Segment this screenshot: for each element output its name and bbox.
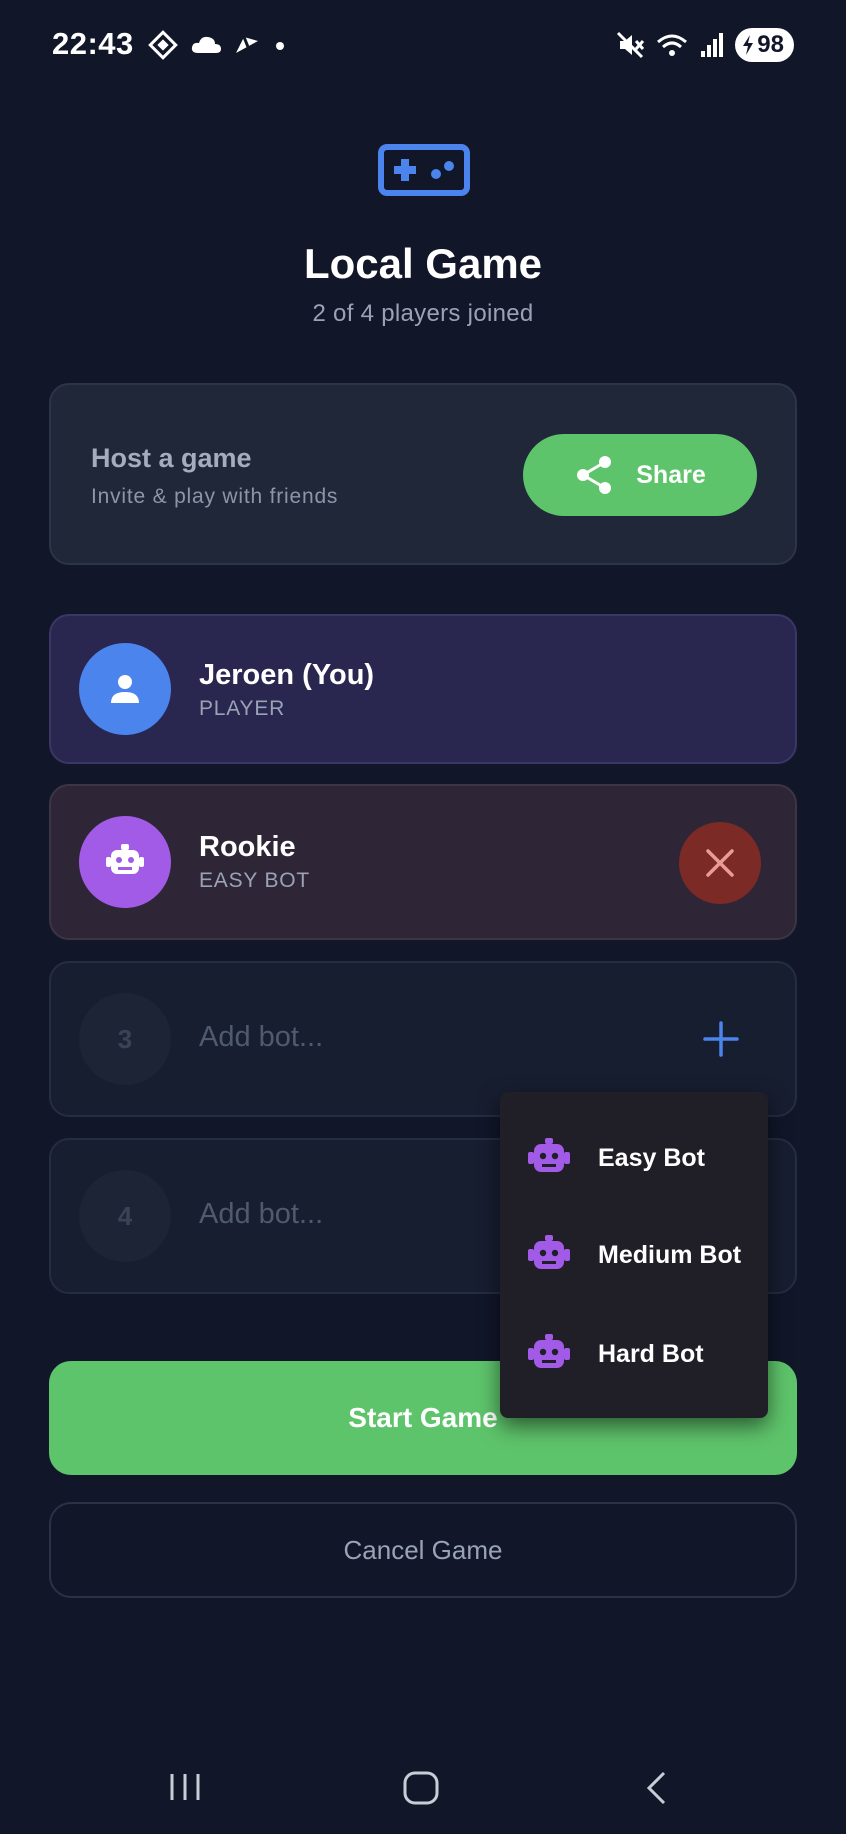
menu-item-medium-bot[interactable]: Medium Bot — [500, 1206, 768, 1304]
robot-icon — [528, 1235, 570, 1269]
player-name: Jeroen (You) — [199, 659, 375, 691]
robot-icon — [106, 844, 144, 874]
system-icons: 98 — [615, 28, 794, 62]
host-card-title: Host a game — [91, 443, 252, 473]
host-card-subtitle: Invite & play with friends — [91, 485, 339, 508]
page-title: Local Game — [303, 240, 543, 287]
recents-icon[interactable] — [168, 1772, 202, 1802]
menu-item-label: Easy Bot — [598, 1143, 705, 1172]
home-icon[interactable] — [402, 1770, 440, 1806]
navigation-icon — [236, 36, 258, 53]
share-button-label: Share — [636, 460, 706, 489]
players-joined-subtitle: 2 of 4 players joined — [312, 300, 534, 327]
player-slot-you: Jeroen (You) PLAYER — [49, 614, 797, 764]
share-icon — [577, 456, 612, 494]
bot-name: Rookie — [199, 831, 296, 863]
player-role: PLAYER — [199, 697, 286, 720]
signal-icon — [701, 33, 724, 57]
avatar — [79, 643, 171, 735]
status-time: 22:43 — [52, 26, 134, 61]
menu-item-easy-bot[interactable]: Easy Bot — [500, 1109, 768, 1207]
avatar — [79, 816, 171, 908]
notification-icons — [148, 30, 288, 60]
cancel-game-button[interactable]: Cancel Game — [49, 1502, 797, 1598]
menu-item-label: Medium Bot — [598, 1240, 742, 1269]
remove-bot-button[interactable] — [679, 822, 761, 904]
charging-icon — [743, 35, 754, 55]
bot-difficulty: EASY BOT — [199, 869, 311, 892]
menu-item-label: Hard Bot — [598, 1339, 704, 1368]
add-bot-placeholder[interactable]: Add bot... — [199, 1198, 323, 1231]
robot-icon — [528, 1334, 570, 1368]
cloud-icon — [191, 36, 221, 53]
wifi-icon — [657, 34, 688, 56]
local-game-screen: 22:43 98 Local Game 2 of 4 players joine… — [0, 0, 846, 1834]
slot-number: 4 — [79, 1170, 171, 1262]
robot-icon — [528, 1138, 570, 1172]
battery-icon: 98 — [735, 28, 794, 62]
battery-level: 98 — [757, 31, 784, 58]
bot-difficulty-menu: Easy Bot Medium Bot Hard Bot — [500, 1092, 768, 1418]
menu-item-hard-bot[interactable]: Hard Bot — [500, 1305, 768, 1403]
add-bot-button[interactable] — [699, 1017, 743, 1061]
back-icon[interactable] — [644, 1770, 670, 1806]
player-slot-bot: Rookie EASY BOT — [49, 784, 797, 940]
slot-number: 3 — [79, 993, 171, 1085]
share-button[interactable]: Share — [523, 434, 757, 516]
system-nav-bar — [0, 1740, 846, 1834]
person-icon — [111, 675, 139, 703]
dot-icon — [276, 42, 284, 50]
add-bot-placeholder[interactable]: Add bot... — [199, 1021, 323, 1054]
gamepad-icon — [378, 144, 470, 196]
host-game-card: Host a game Invite & play with friends S… — [49, 383, 797, 565]
status-bar: 22:43 98 — [0, 0, 846, 92]
close-icon — [706, 849, 734, 877]
tiktok-icon — [148, 30, 178, 60]
mute-icon — [617, 31, 645, 59]
